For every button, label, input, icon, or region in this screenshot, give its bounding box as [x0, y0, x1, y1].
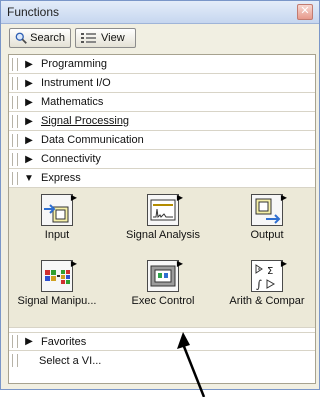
category-label: Instrument I/O — [41, 77, 111, 89]
vi-signal-analysis[interactable]: ▶ Signal Analysis — [117, 193, 209, 241]
vi-label: Output — [250, 229, 284, 241]
vi-label: Arith & Compar — [229, 295, 305, 307]
svg-text:Σ: Σ — [267, 266, 273, 277]
vi-label: Signal Analysis — [126, 229, 200, 241]
category-express[interactable]: ▼ Express — [9, 169, 315, 188]
drag-grip[interactable] — [12, 171, 18, 185]
toolbar: Search View — [1, 24, 319, 52]
category-instrument-io[interactable]: ▶ Instrument I/O — [9, 74, 315, 93]
vi-label: Exec Control — [131, 295, 195, 307]
category-label: Connectivity — [41, 153, 101, 165]
view-button-label: View — [101, 32, 125, 44]
category-connectivity[interactable]: ▶ Connectivity — [9, 150, 315, 169]
expand-arrow-icon[interactable]: ▶ — [22, 97, 36, 108]
expand-arrow-icon[interactable]: ▶ — [22, 154, 36, 165]
category-label: Mathematics — [41, 96, 104, 108]
category-tree: ▶ Programming ▶ Instrument I/O ▶ Mathema… — [8, 54, 316, 384]
drag-grip[interactable] — [12, 114, 18, 128]
express-subpalette: ▶ Input ▶ Signal Analysis ▶ Output ▶ Sig… — [9, 188, 315, 328]
arith-compare-icon: Σ ∫ ▶ — [251, 259, 287, 292]
magnifier-icon — [15, 32, 27, 44]
expand-arrow-icon[interactable]: ▶ — [22, 116, 36, 127]
vi-label: Signal Manipu... — [17, 295, 97, 307]
window-title: Functions — [7, 5, 60, 19]
drag-grip[interactable] — [12, 152, 18, 166]
vi-arith-compare[interactable]: Σ ∫ ▶ Arith & Compar — [221, 259, 313, 307]
expand-arrow-icon[interactable]: ▶ — [22, 135, 36, 146]
category-label: Express — [41, 172, 81, 184]
category-label: Data Communication — [41, 134, 144, 146]
input-icon: ▶ — [41, 193, 77, 226]
category-mathematics[interactable]: ▶ Mathematics — [9, 93, 315, 112]
category-label: Favorites — [41, 335, 87, 348]
svg-text:∫: ∫ — [256, 278, 262, 291]
category-data-communication[interactable]: ▶ Data Communication — [9, 131, 315, 150]
select-vi-label: Select a VI... — [39, 354, 102, 367]
vi-input[interactable]: ▶ Input — [11, 193, 103, 241]
signal-analysis-icon: ▶ — [147, 193, 183, 226]
title-bar[interactable]: Functions ✕ — [1, 1, 319, 24]
category-signal-processing[interactable]: ▶ Signal Processing — [9, 112, 315, 131]
expand-arrow-icon[interactable]: ▶ — [22, 336, 36, 347]
signal-manipulation-icon: ▶ — [41, 259, 77, 292]
view-button[interactable]: View — [75, 28, 136, 48]
expand-arrow-icon[interactable]: ▶ — [22, 78, 36, 89]
close-icon[interactable]: ✕ — [297, 4, 313, 20]
vi-output[interactable]: ▶ Output — [221, 193, 313, 241]
collapse-arrow-icon[interactable]: ▼ — [22, 173, 36, 184]
functions-palette: Functions ✕ Search View ▶ Programming ▶ … — [0, 0, 320, 390]
drag-grip[interactable] — [12, 335, 18, 348]
select-a-vi-item[interactable]: Select a VI... — [9, 351, 315, 370]
view-options-icon — [81, 33, 96, 43]
output-icon: ▶ — [251, 193, 287, 226]
exec-control-icon: ▶ — [147, 259, 183, 292]
category-label: Programming — [41, 58, 108, 70]
search-button[interactable]: Search — [9, 28, 71, 48]
category-favorites[interactable]: ▶ Favorites — [9, 332, 315, 351]
category-programming[interactable]: ▶ Programming — [9, 55, 315, 74]
drag-grip[interactable] — [12, 76, 18, 90]
drag-grip[interactable] — [12, 354, 18, 367]
category-label: Signal Processing — [41, 115, 130, 127]
search-button-label: Search — [30, 32, 65, 44]
vi-signal-manipulation[interactable]: ▶ Signal Manipu... — [11, 259, 103, 307]
drag-grip[interactable] — [12, 133, 18, 147]
vi-label: Input — [44, 229, 70, 241]
drag-grip[interactable] — [12, 57, 18, 71]
expand-arrow-icon[interactable]: ▶ — [22, 59, 36, 70]
vi-exec-control[interactable]: ▶ Exec Control — [117, 259, 209, 307]
drag-grip[interactable] — [12, 95, 18, 109]
